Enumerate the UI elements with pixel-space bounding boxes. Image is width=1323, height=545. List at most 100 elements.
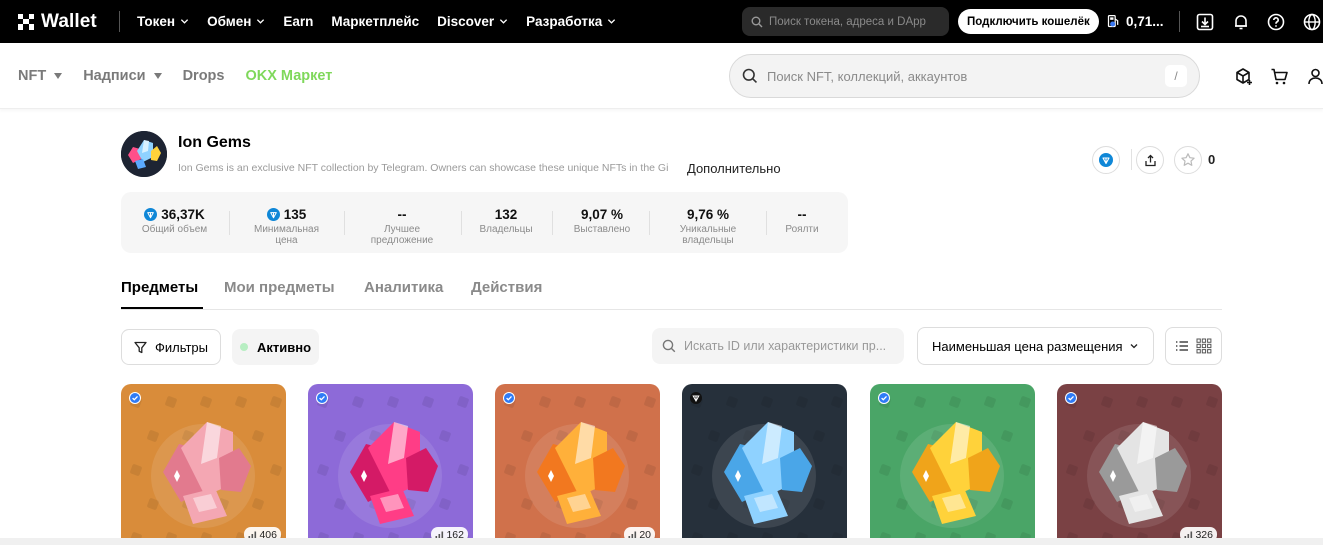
subbar-actions [1234, 43, 1323, 109]
verified-badge-icon [129, 392, 141, 404]
marketplace-navigation-bar: NFT Надписи Drops OKX Маркет / [0, 43, 1323, 109]
nft-card[interactable]: 162 [308, 384, 473, 545]
subnav-item-okx-market[interactable]: OKX Маркет [245, 68, 332, 84]
subnav-label: NFT [18, 68, 47, 84]
nft-artwork [1057, 384, 1222, 545]
subnav-item-nft[interactable]: NFT [18, 68, 63, 84]
item-search-box[interactable] [652, 328, 904, 364]
verified-badge-icon [1065, 392, 1077, 404]
connect-wallet-button[interactable]: Подключить кошелёк [958, 9, 1099, 34]
subnav-label: OKX Маркет [245, 68, 333, 84]
nav-label: Earn [283, 14, 314, 29]
ton-icon [1099, 153, 1113, 167]
chevron-down-icon [608, 19, 616, 24]
nav-item-token[interactable]: Токен [137, 14, 189, 29]
divider [461, 211, 462, 235]
notifications-button[interactable] [1232, 0, 1250, 43]
nft-card[interactable]: 406 [121, 384, 286, 545]
nav-label: Токен [137, 14, 176, 29]
chevron-down-icon [500, 19, 508, 24]
nav-item-marketplace[interactable]: Маркетплейс [331, 14, 419, 29]
caret-down-icon [54, 73, 63, 79]
nav-item-swap[interactable]: Обмен [207, 14, 265, 29]
nav-item-earn[interactable]: Earn [283, 14, 313, 29]
token-search-input[interactable] [769, 15, 939, 28]
language-button[interactable] [1303, 0, 1321, 43]
verified-badge-icon [503, 392, 515, 404]
tab-analytics[interactable]: Аналитика [364, 279, 443, 296]
download-button[interactable] [1196, 0, 1214, 43]
cart-icon[interactable] [1270, 67, 1289, 86]
globe-icon [1303, 13, 1321, 30]
gas-balance[interactable]: 0,71... [1106, 0, 1164, 43]
nav-label: Обмен [207, 14, 252, 29]
divider [119, 11, 120, 32]
stat-label: Минимальная цена [253, 224, 319, 246]
tab-activity[interactable]: Действия [471, 279, 542, 296]
tab-my-items[interactable]: Мои предметы [224, 279, 335, 296]
stat-label: Общий объем [141, 224, 208, 235]
caret-down-icon [153, 73, 162, 79]
search-icon [751, 16, 763, 27]
brand-name: Wallet [41, 10, 97, 32]
share-icon [1144, 154, 1156, 166]
nav-label: Разработка [526, 14, 603, 29]
nav-label: Маркетплейс [331, 14, 420, 29]
item-search-input[interactable] [684, 339, 894, 353]
list-view-icon[interactable] [1175, 339, 1189, 353]
search-icon [662, 339, 676, 353]
okx-wallet-logo[interactable]: Wallet [18, 0, 97, 43]
nft-artwork [495, 384, 660, 545]
collection-stats-panel: 36,37K Общий объем 135 Минимальная цена … [121, 192, 848, 253]
marketplace-nav: NFT Надписи Drops OKX Маркет [18, 43, 353, 109]
stat-label: Владельцы [479, 224, 533, 235]
search-shortcut-key: / [1165, 65, 1188, 87]
favorite-button[interactable] [1174, 146, 1202, 174]
gas-station-icon [1107, 15, 1119, 28]
nav-item-developers[interactable]: Разработка [526, 14, 616, 29]
stat-unique-owners: 9,76 % Уникальные владельцы [659, 192, 757, 253]
profile-icon[interactable] [1306, 67, 1323, 86]
filters-button[interactable]: Фильтры [121, 329, 221, 365]
stat-label: Уникальные владельцы [679, 224, 737, 246]
nav-label: Discover [437, 14, 495, 29]
filters-label: Фильтры [154, 339, 208, 355]
stat-royalty: -- Роялти [772, 192, 832, 253]
divider [229, 211, 230, 235]
stat-label: Лучшее предложение [370, 224, 434, 246]
nft-card[interactable]: 326 [1057, 384, 1222, 545]
ton-icon [266, 208, 280, 221]
help-button[interactable] [1267, 0, 1285, 43]
active-filter-label: Активно [257, 339, 312, 355]
view-mode-toggle [1165, 327, 1222, 365]
create-nft-cube-icon[interactable] [1234, 67, 1253, 86]
stat-best-offer: -- Лучшее предложение [354, 192, 450, 253]
chevron-down-icon [1130, 344, 1138, 349]
nft-card[interactable] [682, 384, 847, 545]
share-button[interactable] [1136, 146, 1164, 174]
tab-items[interactable]: Предметы [121, 279, 198, 296]
subnav-item-inscriptions[interactable]: Надписи [83, 68, 162, 84]
grid-view-icon[interactable] [1196, 338, 1212, 354]
nft-card[interactable]: 20 [495, 384, 660, 545]
nav-item-discover[interactable]: Discover [437, 14, 508, 29]
nft-search-box[interactable]: / [729, 54, 1200, 98]
star-icon [1181, 153, 1195, 166]
sort-dropdown[interactable]: Наименьшая цена размещения [917, 327, 1154, 365]
divider [649, 211, 650, 235]
stat-value: 135 [283, 207, 307, 222]
subnav-item-drops[interactable]: Drops [183, 68, 225, 84]
collection-name: Ion Gems [178, 134, 251, 151]
ton-chain-button[interactable] [1092, 146, 1120, 174]
search-icon [742, 68, 758, 84]
token-search-box[interactable] [742, 7, 949, 36]
okx-logo-icon [18, 13, 34, 30]
show-more-link[interactable]: Дополнительно [680, 161, 781, 176]
status-dot [240, 343, 248, 351]
active-status-filter[interactable]: Активно [232, 329, 319, 365]
nft-search-input[interactable] [766, 68, 1157, 84]
stat-owners: 132 Владельцы [466, 192, 546, 253]
top-navigation-bar: Wallet Токен Обмен Earn Маркетплейс Disc… [0, 0, 1323, 43]
bell-icon [1235, 14, 1247, 29]
nft-card[interactable] [870, 384, 1035, 545]
